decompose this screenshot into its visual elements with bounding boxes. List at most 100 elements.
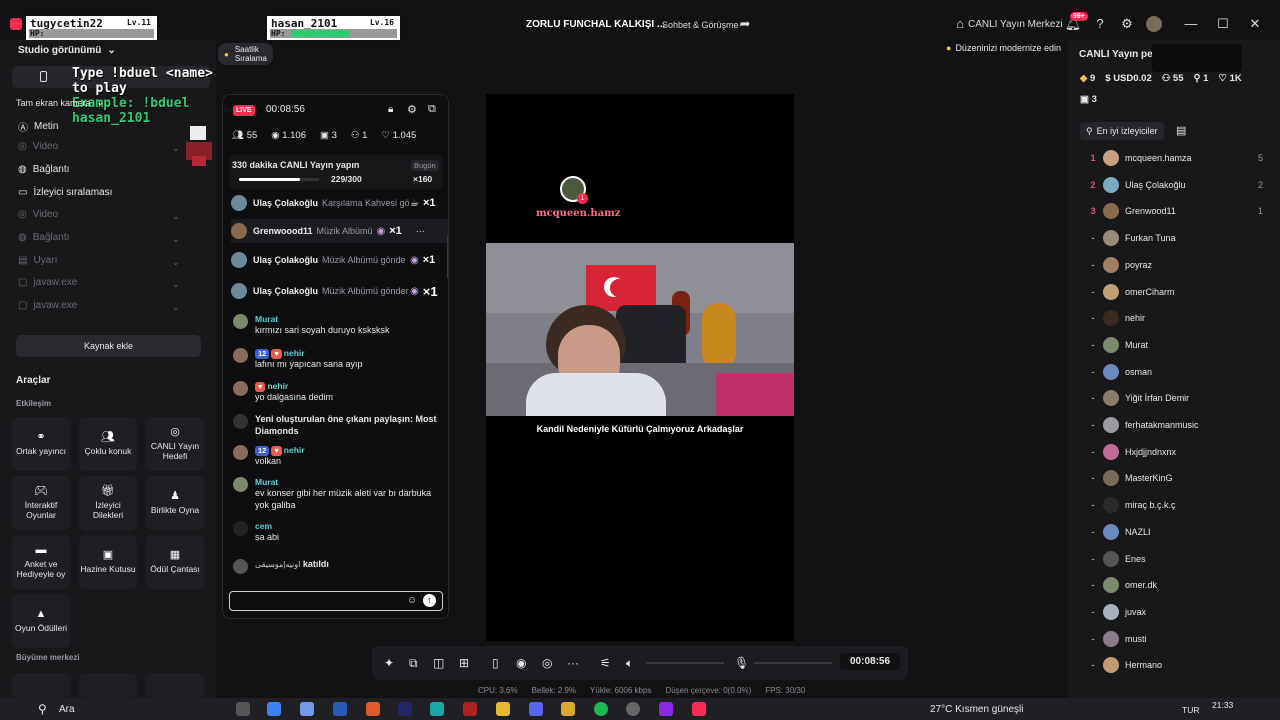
modernize-tip[interactable]: ● Düzeninizi modernize edin bbox=[946, 43, 1061, 53]
message-user[interactable]: اونيه|موسيقى bbox=[255, 560, 300, 569]
chevron-down-icon[interactable]: ⌄ bbox=[172, 302, 180, 313]
studio-view-dropdown[interactable]: Studio görünümü ⌄ bbox=[18, 45, 116, 56]
source-link[interactable]: ◍ Bağlantı bbox=[18, 232, 69, 243]
app-icon[interactable] bbox=[529, 702, 543, 716]
app-icon[interactable] bbox=[496, 702, 510, 716]
chat-input[interactable]: ☺ ↑ bbox=[229, 591, 443, 611]
share-icon[interactable]: ➦ bbox=[736, 16, 754, 32]
app-icon[interactable] bbox=[366, 702, 380, 716]
ranking-row[interactable]: 2 Ulaş Çolakoğlu 2 bbox=[1083, 176, 1263, 194]
popout-icon[interactable]: ⧉ bbox=[428, 103, 436, 116]
minimize-icon[interactable]: — bbox=[1182, 16, 1200, 31]
ranking-row[interactable]: - Murat bbox=[1083, 336, 1263, 354]
tile-viewer-wishes[interactable]: 🎁︎ İzleyici Dilekleri bbox=[79, 476, 137, 530]
more-icon[interactable]: ··· bbox=[567, 656, 579, 670]
ranking-row[interactable]: - miraç b.ç.k.ç bbox=[1083, 496, 1263, 514]
gift-row[interactable]: Ulaş Çolakoğlu Müzik Albümü gönder ◉ ×1 bbox=[231, 279, 448, 303]
app-icon[interactable] bbox=[430, 702, 444, 716]
ranking-row[interactable]: - omer.dk bbox=[1083, 576, 1263, 594]
add-media-icon[interactable]: ⊞ bbox=[459, 656, 469, 670]
app-icon[interactable] bbox=[398, 702, 412, 716]
record-icon[interactable]: ◉ bbox=[516, 656, 526, 670]
weather-label[interactable]: 27°C Kısmen güneşli bbox=[930, 704, 1024, 715]
source-viewer-ranking[interactable]: ▭ İzleyici sıralaması bbox=[18, 187, 112, 198]
ranking-row[interactable]: - juvax bbox=[1083, 603, 1263, 621]
chevron-down-icon[interactable]: ⌄ bbox=[172, 143, 180, 154]
tile-growth-2[interactable] bbox=[79, 673, 137, 698]
mic-slider[interactable] bbox=[754, 662, 832, 664]
language-indicator[interactable]: TUR bbox=[1182, 705, 1199, 715]
chevron-down-icon[interactable]: ⌄ bbox=[172, 211, 180, 222]
app-icon[interactable] bbox=[626, 702, 640, 716]
chevron-down-icon[interactable]: ⌄ bbox=[172, 279, 180, 290]
tile-reward-bag[interactable]: ▦ Ödül Çantası bbox=[146, 535, 204, 589]
volume-icon[interactable]: 🔈︎ bbox=[626, 656, 633, 671]
ranking-row[interactable]: - Yiğit İrfan Demir bbox=[1083, 389, 1263, 407]
magic-wand-icon[interactable]: ✦ bbox=[384, 656, 394, 670]
message-user[interactable]: nehir bbox=[284, 445, 305, 455]
ranking-row[interactable]: 1 mcqueen.hamza 5 bbox=[1083, 149, 1263, 167]
app-icon[interactable] bbox=[659, 702, 673, 716]
app-icon[interactable] bbox=[561, 702, 575, 716]
tile-live-goal[interactable]: ◎ CANLI Yayın Hedefi bbox=[146, 417, 204, 471]
tile-multi-guest[interactable]: 👥︎ Çoklu konuk bbox=[79, 417, 137, 471]
list-icon[interactable]: ▤ bbox=[1176, 124, 1186, 137]
close-icon[interactable]: ✕ bbox=[1246, 16, 1264, 32]
more-icon[interactable]: ··· bbox=[416, 226, 425, 236]
ranking-row[interactable]: - Furkan Tuna bbox=[1083, 229, 1263, 247]
ranking-row[interactable]: - osman bbox=[1083, 363, 1263, 381]
ranking-row[interactable]: - ferhatakmanmusic bbox=[1083, 416, 1263, 434]
layout-icon[interactable]: ⧉ bbox=[409, 656, 418, 671]
source-video[interactable]: ◎ Video bbox=[18, 141, 58, 152]
add-source-button[interactable]: Kaynak ekle bbox=[16, 335, 201, 357]
tile-treasure-box[interactable]: ▣ Hazine Kutusu bbox=[79, 535, 137, 589]
message-user[interactable]: Murat bbox=[255, 314, 445, 325]
sliders-icon[interactable]: ⚟ bbox=[600, 656, 611, 670]
ranking-row[interactable]: - poyraz bbox=[1083, 256, 1263, 274]
app-icon[interactable] bbox=[463, 702, 477, 716]
ranking-row[interactable]: - Hermano bbox=[1083, 656, 1263, 674]
gear-icon[interactable]: ⚙ bbox=[407, 103, 417, 116]
chevron-down-icon[interactable]: ⌄ bbox=[172, 234, 180, 245]
search-icon[interactable]: ⚲ bbox=[38, 702, 47, 716]
microphone-icon[interactable]: 🎙︎ bbox=[734, 656, 749, 670]
hourly-ranking-pill[interactable]: ● Saatlik Sıralama bbox=[218, 43, 273, 65]
send-icon[interactable]: ↑ bbox=[423, 594, 436, 607]
phone-icon[interactable]: ▯ bbox=[492, 656, 499, 670]
ranking-row[interactable]: - Enes bbox=[1083, 550, 1263, 568]
message-user[interactable]: nehir bbox=[267, 381, 288, 391]
app-icon[interactable] bbox=[300, 702, 314, 716]
source-javaw[interactable]: ▢ javaw.exe bbox=[18, 300, 77, 311]
live-center-link[interactable]: CANLI Yayın Merkezi bbox=[968, 19, 1063, 30]
chevron-down-icon[interactable]: ⌄ bbox=[172, 257, 180, 268]
ranking-row[interactable]: - nehir bbox=[1083, 309, 1263, 327]
chat-scrollbar[interactable] bbox=[447, 235, 448, 279]
ranking-row[interactable]: - NAZLI bbox=[1083, 523, 1263, 541]
app-icon[interactable] bbox=[267, 702, 281, 716]
gift-row[interactable]: Grenwoood11 Müzik Albümü ◉ ×1 ··· bbox=[231, 219, 448, 243]
tab-chat-call[interactable]: Sohbet & Görüşme bbox=[662, 20, 739, 30]
ranking-row[interactable]: - MasterKinG bbox=[1083, 469, 1263, 487]
tile-growth-3[interactable] bbox=[146, 673, 204, 698]
tile-poll[interactable]: ▬ Anket ve Hediyeyle oy bbox=[12, 535, 70, 589]
clock[interactable]: 21:33 bbox=[1212, 700, 1233, 710]
search-box-label[interactable]: Ara bbox=[59, 704, 75, 715]
camera-icon[interactable]: ◎ bbox=[542, 656, 552, 670]
source-javaw[interactable]: ▢ javaw.exe bbox=[18, 277, 77, 288]
ranking-row[interactable]: - omerCiharm bbox=[1083, 283, 1263, 301]
lock-icon[interactable]: 🔒︎ bbox=[388, 104, 393, 115]
tile-play-together[interactable]: ♟ Birlikte Oyna bbox=[146, 476, 204, 530]
message-user[interactable]: Murat bbox=[255, 477, 445, 488]
source-link[interactable]: ◍ Bağlantı bbox=[18, 164, 69, 175]
tile-interactive-games[interactable]: 🎮︎ İnteraktif Oyunlar bbox=[12, 476, 70, 530]
help-icon[interactable]: ? bbox=[1091, 16, 1109, 31]
live-goal-card[interactable]: 330 dakika CANLI Yayın yapın Bugün 229/3… bbox=[229, 155, 443, 189]
tile-co-host[interactable]: ⚭ Ortak yayıncı bbox=[12, 417, 70, 471]
top-viewers-tab[interactable]: ⚲ En iyi izleyiciler bbox=[1080, 122, 1164, 140]
emoji-icon[interactable]: ☺ bbox=[407, 595, 417, 606]
tiktok-icon[interactable] bbox=[692, 702, 706, 716]
ranking-row[interactable]: - Hxjdjjndnxnx bbox=[1083, 443, 1263, 461]
message-user[interactable]: cem bbox=[255, 521, 445, 532]
spotify-icon[interactable] bbox=[594, 702, 608, 716]
avatar[interactable] bbox=[1146, 16, 1162, 32]
